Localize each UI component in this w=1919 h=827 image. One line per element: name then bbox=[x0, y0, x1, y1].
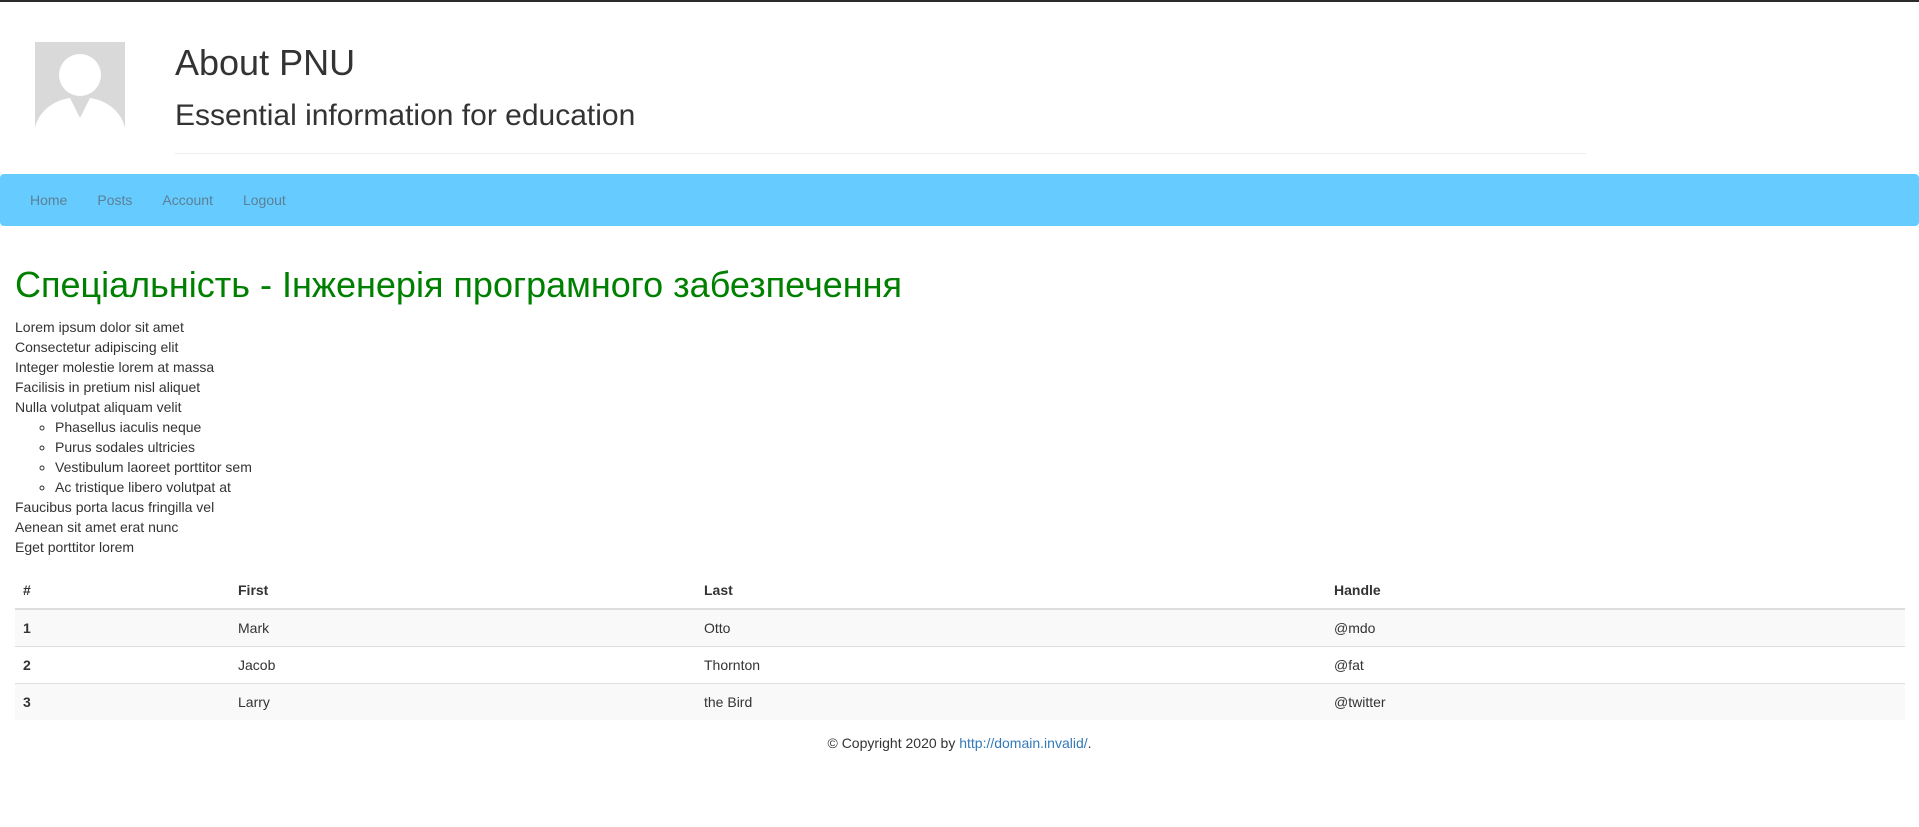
nav-list: Home Posts Account Logout bbox=[0, 174, 1919, 226]
nav-item-home: Home bbox=[15, 174, 82, 226]
specialty-heading: Спеціальність - Інженерія програмного за… bbox=[15, 264, 902, 305]
text-line: Integer molestie lorem at massa bbox=[15, 359, 215, 375]
table-header-row: # First Last Handle bbox=[15, 572, 1905, 610]
page-footer: © Copyright 2020 by http://domain.invali… bbox=[0, 733, 1919, 753]
text-line: Aenean sit amet erat nunc bbox=[15, 519, 179, 535]
user-avatar-placeholder-icon bbox=[35, 42, 125, 133]
nested-list-item: Vestibulum laoreet porttitor sem bbox=[55, 457, 1905, 477]
site-subtitle: Essential information for education bbox=[175, 99, 636, 132]
nav-item-posts: Posts bbox=[82, 174, 147, 226]
row-first: Mark bbox=[230, 608, 696, 647]
text-line: Facilisis in pretium nisl aliquet bbox=[15, 379, 201, 395]
row-handle: @mdo bbox=[1326, 608, 1905, 647]
column-header-last: Last bbox=[696, 572, 1326, 610]
row-number: 1 bbox=[15, 608, 230, 647]
text-line: Faucibus porta lacus fringilla vel bbox=[15, 499, 215, 515]
row-number: 2 bbox=[15, 646, 230, 684]
users-table: # First Last Handle 1 Mark Otto @mdo 2 J… bbox=[15, 572, 1905, 720]
row-last: Otto bbox=[696, 608, 1326, 647]
main-navbar: Home Posts Account Logout bbox=[0, 174, 1919, 226]
table-row: 2 Jacob Thornton @fat bbox=[15, 646, 1905, 684]
row-first: Jacob bbox=[230, 646, 696, 684]
row-last: Thornton bbox=[696, 646, 1326, 684]
nested-list-item: Purus sodales ultricies bbox=[55, 437, 1905, 457]
nested-list-item: Ac tristique libero volutpat at bbox=[55, 477, 1905, 497]
main-content: Спеціальність - Інженерія програмного за… bbox=[15, 262, 1905, 720]
nav-link-account[interactable]: Account bbox=[147, 174, 228, 226]
header-titles: About PNU Essential information for educ… bbox=[175, 40, 1586, 136]
footer-trailing: . bbox=[1087, 735, 1092, 751]
nav-link-logout[interactable]: Logout bbox=[228, 174, 301, 226]
text-line: Lorem ipsum dolor sit amet bbox=[15, 319, 184, 335]
row-last: the Bird bbox=[696, 683, 1326, 720]
footer-link[interactable]: http://domain.invalid/ bbox=[959, 735, 1087, 751]
nav-link-posts[interactable]: Posts bbox=[82, 174, 147, 226]
column-header-first: First bbox=[230, 572, 696, 610]
nav-link-home[interactable]: Home bbox=[15, 174, 82, 226]
table-row: 1 Mark Otto @mdo bbox=[15, 608, 1905, 647]
column-header-number: # bbox=[15, 572, 230, 610]
nav-item-account: Account bbox=[147, 174, 228, 226]
nested-list-item: Phasellus iaculis neque bbox=[55, 417, 1905, 437]
row-handle: @twitter bbox=[1326, 683, 1905, 720]
header-divider bbox=[175, 153, 1586, 154]
column-header-handle: Handle bbox=[1326, 572, 1905, 610]
row-handle: @fat bbox=[1326, 646, 1905, 684]
site-title: About PNU bbox=[175, 42, 356, 83]
nested-list: Phasellus iaculis neque Purus sodales ul… bbox=[15, 417, 1905, 497]
row-first: Larry bbox=[230, 683, 696, 720]
row-number: 3 bbox=[15, 683, 230, 720]
copyright-text: © Copyright 2020 by bbox=[827, 735, 956, 751]
text-line: Nulla volutpat aliquam velit bbox=[15, 399, 182, 415]
text-line: Consectetur adipiscing elit bbox=[15, 339, 179, 355]
table-row: 3 Larry the Bird @twitter bbox=[15, 683, 1905, 720]
nav-item-logout: Logout bbox=[228, 174, 301, 226]
page-header: About PNU Essential information for educ… bbox=[0, 2, 1919, 174]
text-line: Eget porttitor lorem bbox=[15, 539, 135, 555]
